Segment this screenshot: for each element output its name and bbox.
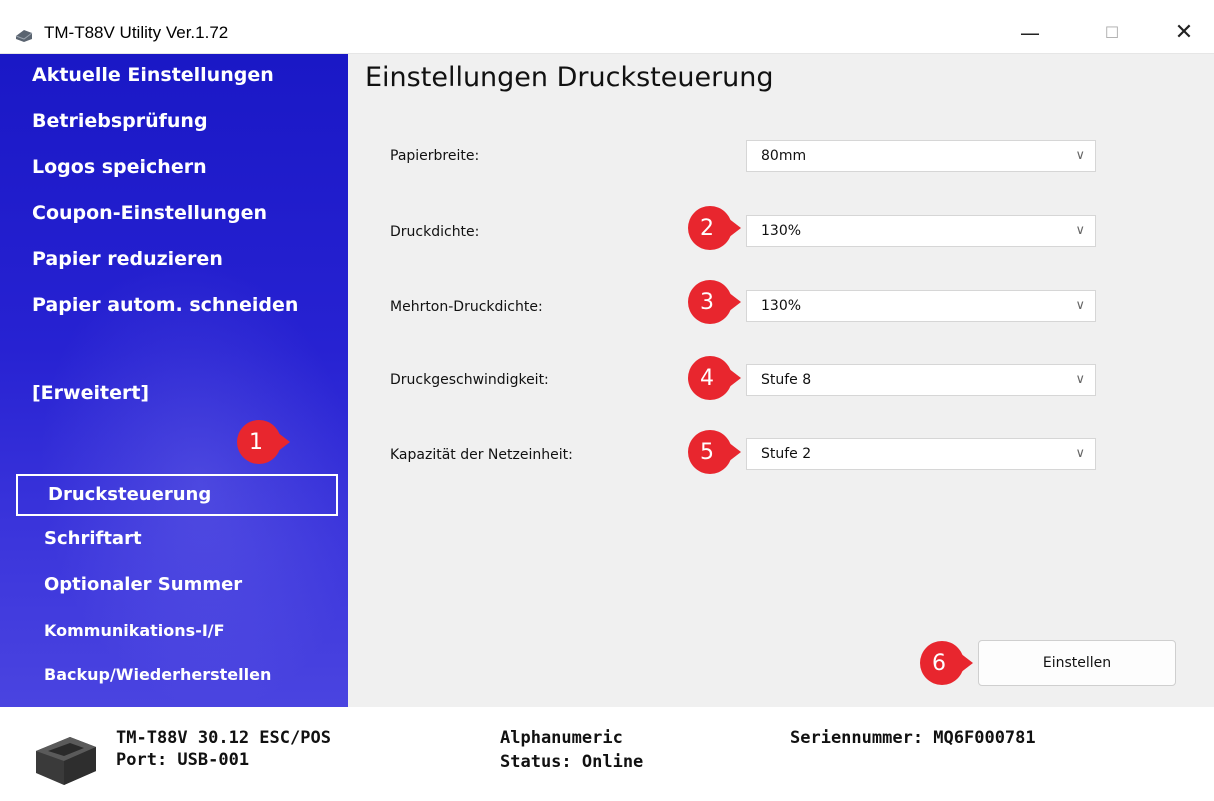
step-badge-2: 2 [688,206,741,250]
sidebar-item-logos-speichern[interactable]: Logos speichern [32,156,207,178]
sidebar-section-erweitert: [Erweitert] [32,382,150,404]
step-badge-4: 4 [688,356,741,400]
chevron-down-icon: ∨ [1075,148,1085,163]
sidebar-item-coupon-einstellungen[interactable]: Coupon-Einstellungen [32,202,267,224]
step-badge-5: 5 [688,430,741,474]
printer-icon [36,737,96,785]
step-badge-1: 1 [237,420,290,464]
select-druckdichte[interactable]: 130% ∨ [746,215,1096,247]
page-title: Einstellungen Drucksteuerung [365,62,774,93]
sidebar-item-drucksteuerung[interactable]: Drucksteuerung [48,484,211,505]
label-papierbreite: Papierbreite: [390,148,480,164]
step-badge-3: 3 [688,280,741,324]
chevron-down-icon: ∨ [1075,223,1085,238]
minimize-button[interactable]: — [1006,14,1054,52]
select-value: 130% [761,298,802,314]
status-footer: TM-T88V 30.12 ESC/POS Port: USB-001 Alph… [0,707,1214,801]
sidebar-item-kommunikations-if[interactable]: Kommunikations-I/F [44,621,225,640]
printer-app-icon [15,30,33,42]
select-mehrton-druckdichte[interactable]: 130% ∨ [746,290,1096,322]
select-value: 80mm [761,148,807,164]
select-value: Stufe 2 [761,446,812,462]
select-druckgeschwindigkeit[interactable]: Stufe 8 ∨ [746,364,1096,396]
select-kapazitaet-netzeinheit[interactable]: Stufe 2 ∨ [746,438,1096,470]
sidebar-item-optionaler-summer[interactable]: Optionaler Summer [44,574,242,595]
sidebar-item-betriebspruefung[interactable]: Betriebsprüfung [32,110,208,132]
printer-port: Port: USB-001 [116,750,250,770]
label-mehrton-druckdichte: Mehrton-Druckdichte: [390,299,543,315]
chevron-down-icon: ∨ [1075,372,1085,387]
select-value: 130% [761,223,802,239]
window-title: TM-T88V Utility Ver.1.72 [44,23,229,42]
sidebar-item-aktuelle-einstellungen[interactable]: Aktuelle Einstellungen [32,64,274,86]
label-kapazitaet-netzeinheit: Kapazität der Netzeinheit: [390,447,573,463]
select-value: Stufe 8 [761,372,812,388]
sidebar-item-backup-wiederherstellen[interactable]: Backup/Wiederherstellen [44,665,271,684]
maximize-button[interactable]: ☐ [1088,14,1136,52]
label-druckgeschwindigkeit: Druckgeschwindigkeit: [390,372,549,388]
sidebar-nav: Aktuelle Einstellungen Betriebsprüfung L… [0,54,348,707]
select-papierbreite[interactable]: 80mm ∨ [746,140,1096,172]
title-bar: TM-T88V Utility Ver.1.72 — ☐ ✕ [0,0,1214,54]
close-button[interactable]: ✕ [1160,14,1208,52]
settings-panel: Einstellungen Drucksteuerung Papierbreit… [348,54,1214,707]
printer-status: Status: Online [500,752,644,772]
serial-number: Seriennummer: MQ6F000781 [790,728,1036,748]
step-badge-6: 6 [920,641,973,685]
sidebar-item-schriftart[interactable]: Schriftart [44,528,142,549]
printer-model: TM-T88V 30.12 ESC/POS [116,728,331,748]
charset-label: Alphanumeric [500,728,623,748]
sidebar-item-papier-autom-schneiden[interactable]: Papier autom. schneiden [32,294,298,316]
chevron-down-icon: ∨ [1075,298,1085,313]
einstellen-button[interactable]: Einstellen [978,640,1176,686]
label-druckdichte: Druckdichte: [390,224,480,240]
chevron-down-icon: ∨ [1075,446,1085,461]
sidebar-item-papier-reduzieren[interactable]: Papier reduzieren [32,248,223,270]
